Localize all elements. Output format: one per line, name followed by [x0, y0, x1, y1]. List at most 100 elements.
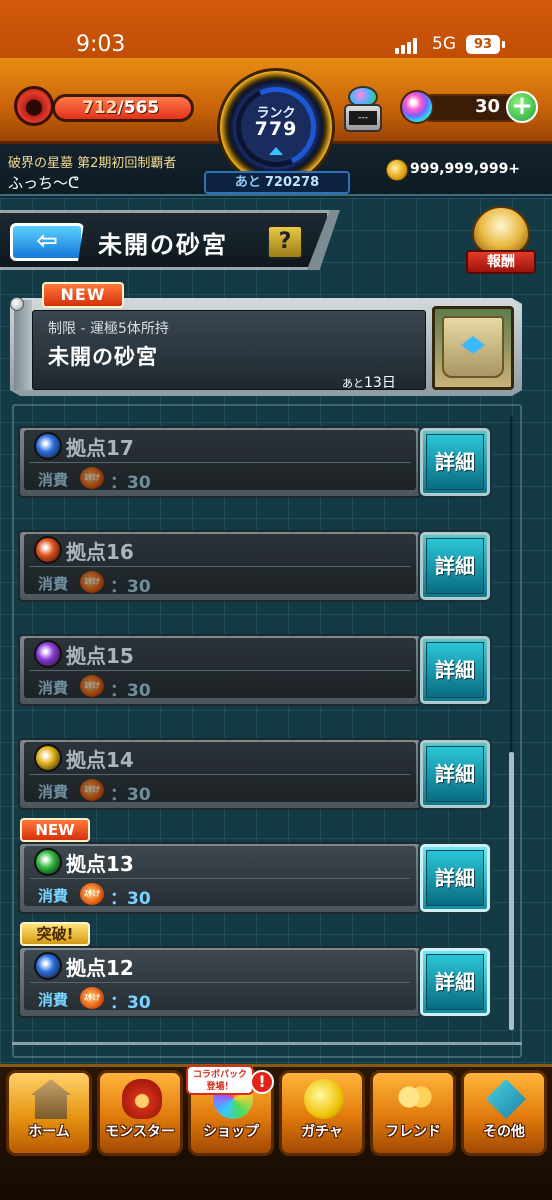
- network-label: 5G: [432, 34, 456, 54]
- element-icon: [34, 848, 62, 876]
- page-title: 未開の砂宮: [98, 231, 228, 259]
- element-icon: [34, 536, 62, 564]
- stage-cleared-badge: 突破!: [20, 922, 90, 946]
- nav-label: ショップ: [203, 1124, 259, 1140]
- scrollbar-thumb[interactable]: [509, 752, 514, 1030]
- nav-other-button[interactable]: その他: [461, 1070, 547, 1156]
- stage-new-badge: NEW: [20, 818, 90, 842]
- nav-label: モンスター: [105, 1124, 175, 1140]
- stage-cost-label: 消費: [38, 991, 69, 1009]
- quest-name: 未開の砂宮: [48, 345, 158, 369]
- stage-divider: [30, 878, 410, 879]
- collab-badge: コラボパック 登場！: [186, 1065, 254, 1095]
- stage-name: 拠点17: [66, 436, 134, 460]
- quest-remaining-days: 13日: [364, 375, 396, 391]
- reward-button[interactable]: 報酬: [466, 206, 536, 276]
- stage-cost-label: 消費: [38, 679, 69, 697]
- robot-screen: ---: [349, 111, 377, 125]
- stage-cost: ：30: [110, 681, 151, 701]
- element-icon: [34, 952, 62, 980]
- nav-label: その他: [483, 1124, 525, 1140]
- orb-icon: [400, 90, 434, 124]
- stage-name: 拠点13: [66, 852, 134, 876]
- stage-cost: ：30: [110, 577, 151, 597]
- stage-cost: ：30: [110, 889, 151, 909]
- nav-friend-button[interactable]: フレンド: [370, 1070, 456, 1156]
- back-button[interactable]: ⇦: [10, 223, 84, 261]
- detail-button-label: 詳細: [426, 746, 484, 802]
- monster-icon: [122, 1079, 162, 1119]
- exp-remaining-box: あと 720278: [204, 171, 350, 194]
- detail-button-label: 詳細: [426, 538, 484, 594]
- stage-cost-label: 消費: [38, 887, 69, 905]
- stamina-icon: [14, 86, 54, 126]
- stage-name: 拠点16: [66, 540, 134, 564]
- status-time: 9:03: [76, 32, 126, 57]
- exp-remaining: 720278: [264, 175, 320, 190]
- player-name: ふっち〜ᕦ: [8, 174, 79, 192]
- rank-value: 779: [254, 118, 298, 140]
- nav-label: ガチャ: [301, 1124, 343, 1140]
- nav-home-button[interactable]: ホーム: [6, 1070, 92, 1156]
- left-arrow-icon: ⇦: [36, 226, 58, 256]
- other-icon: [486, 1079, 526, 1119]
- stage-divider: [30, 462, 410, 463]
- battery-icon: 93: [466, 35, 500, 54]
- stage-name: 拠点12: [66, 956, 134, 980]
- stamina-mini-icon: ｽﾀﾐﾅ: [80, 571, 104, 593]
- help-button[interactable]: ?: [267, 225, 303, 259]
- quest-new-badge: NEW: [42, 282, 124, 308]
- orb-count: 30: [474, 96, 500, 117]
- detail-button-label: 詳細: [426, 850, 484, 906]
- stage-row[interactable]: 拠点13 消費 ｽﾀﾐﾅ ：30 詳細: [18, 842, 490, 914]
- nav-label: ホーム: [28, 1124, 70, 1140]
- robot-icon[interactable]: [342, 86, 384, 134]
- stage-name: 拠点15: [66, 644, 134, 668]
- nav-label: フレンド: [385, 1124, 441, 1140]
- alert-badge: !: [250, 1070, 274, 1094]
- detail-button-label: 詳細: [426, 434, 484, 490]
- reward-emblem-icon: [472, 206, 530, 254]
- stage-divider: [30, 566, 410, 567]
- stage-row[interactable]: 拠点12 消費 ｽﾀﾐﾅ ：30 詳細: [18, 946, 490, 1018]
- stage-row[interactable]: 拠点16 消費 ｽﾀﾐﾅ ：30 詳細: [18, 530, 490, 602]
- stage-cost-label: 消費: [38, 471, 69, 489]
- stage-row[interactable]: 拠点17 消費 ｽﾀﾐﾅ ：30 詳細: [18, 426, 490, 498]
- reward-label: 報酬: [466, 250, 536, 274]
- quest-remaining-prefix: あと: [342, 377, 364, 390]
- stage-list-bottom: [12, 1042, 522, 1058]
- quest-banner-tab: [14, 300, 32, 390]
- stage-divider: [30, 774, 410, 775]
- gold-amount: 999,999,999+: [410, 161, 521, 177]
- quest-remaining: あと13日: [342, 372, 396, 392]
- stage-cost-label: 消費: [38, 575, 69, 593]
- stamina-max: /565: [117, 98, 160, 118]
- quest-banner-knob: [10, 297, 24, 311]
- exp-prefix: あと: [234, 175, 261, 190]
- friend-icon: [395, 1079, 435, 1119]
- stage-divider: [30, 670, 410, 671]
- stage-cost: ：30: [110, 785, 151, 805]
- stage-row[interactable]: 拠点15 消費 ｽﾀﾐﾅ ：30 詳細: [18, 634, 490, 706]
- stage-cost: ：30: [110, 993, 151, 1013]
- stamina-mini-icon: ｽﾀﾐﾅ: [80, 779, 104, 801]
- stage-divider: [30, 982, 410, 983]
- stage-name: 拠点14: [66, 748, 134, 772]
- element-icon: [34, 744, 62, 772]
- stage-cost: ：30: [110, 473, 151, 493]
- battery-tip: [502, 41, 505, 48]
- gacha-icon: [304, 1079, 344, 1119]
- element-icon: [34, 640, 62, 668]
- stamina-mini-icon: ｽﾀﾐﾅ: [80, 883, 104, 905]
- gold-coin-icon: [386, 159, 408, 181]
- rank-pointer-icon: [269, 147, 283, 155]
- stage-row[interactable]: 拠点14 消費 ｽﾀﾐﾅ ：30 詳細: [18, 738, 490, 810]
- detail-button-label: 詳細: [426, 642, 484, 698]
- quest-limit: 制限 - 運極5体所持: [48, 321, 169, 337]
- nav-gacha-button[interactable]: ガチャ: [279, 1070, 365, 1156]
- player-title: 破界の星墓 第2期初回制覇者: [8, 156, 177, 171]
- stamina-text: 712/565: [82, 98, 159, 118]
- nav-monster-button[interactable]: モンスター: [97, 1070, 183, 1156]
- detail-button-label: 詳細: [426, 954, 484, 1010]
- buy-orb-button[interactable]: +: [506, 91, 538, 123]
